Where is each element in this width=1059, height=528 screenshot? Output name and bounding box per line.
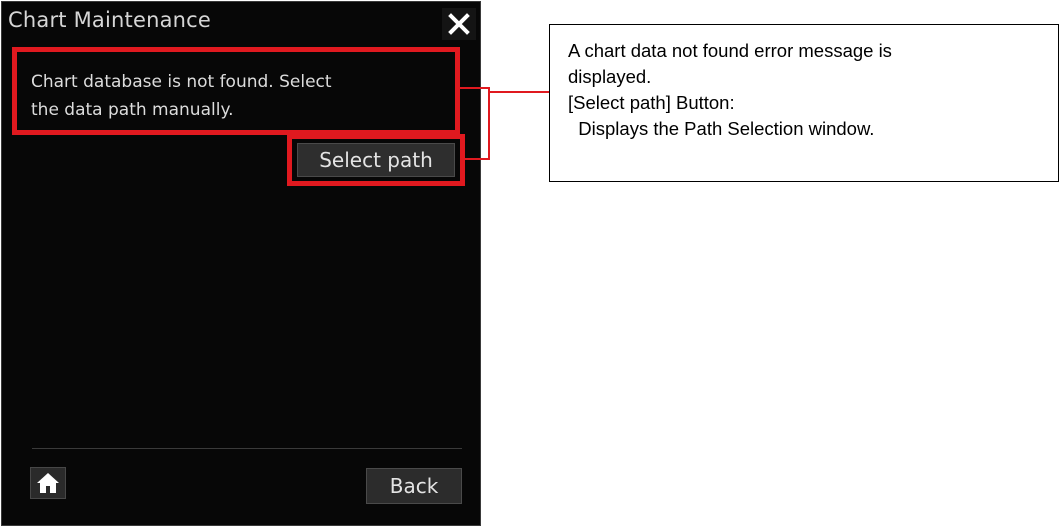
- connector-line-message: [459, 87, 489, 89]
- close-icon: [448, 13, 470, 35]
- select-path-highlight: Select path: [287, 134, 465, 186]
- error-message-line-1: Chart database is not found. Select: [31, 72, 332, 92]
- home-button[interactable]: [30, 467, 66, 499]
- annotation-callout: A chart data not found error message is …: [549, 24, 1059, 182]
- window-title: Chart Maintenance: [8, 8, 212, 32]
- connector-line-callout: [489, 91, 549, 93]
- footer-divider: [32, 448, 462, 449]
- callout-line-4: Displays the Path Selection window.: [568, 118, 875, 139]
- close-button[interactable]: [442, 8, 476, 40]
- connector-line-button: [463, 158, 489, 160]
- connector-line-vertical: [488, 87, 490, 160]
- callout-line-1: A chart data not found error message is: [568, 40, 892, 61]
- chart-maintenance-window: Chart Maintenance Chart database is not …: [1, 1, 481, 526]
- callout-line-2: displayed.: [568, 66, 652, 87]
- error-message-line-2: the data path manually.: [31, 100, 234, 120]
- callout-line-3: [Select path] Button:: [568, 92, 735, 113]
- error-message-highlight: Chart database is not found. Select the …: [12, 47, 460, 135]
- home-icon: [37, 473, 59, 493]
- back-button[interactable]: Back: [366, 468, 462, 504]
- select-path-button[interactable]: Select path: [297, 143, 455, 177]
